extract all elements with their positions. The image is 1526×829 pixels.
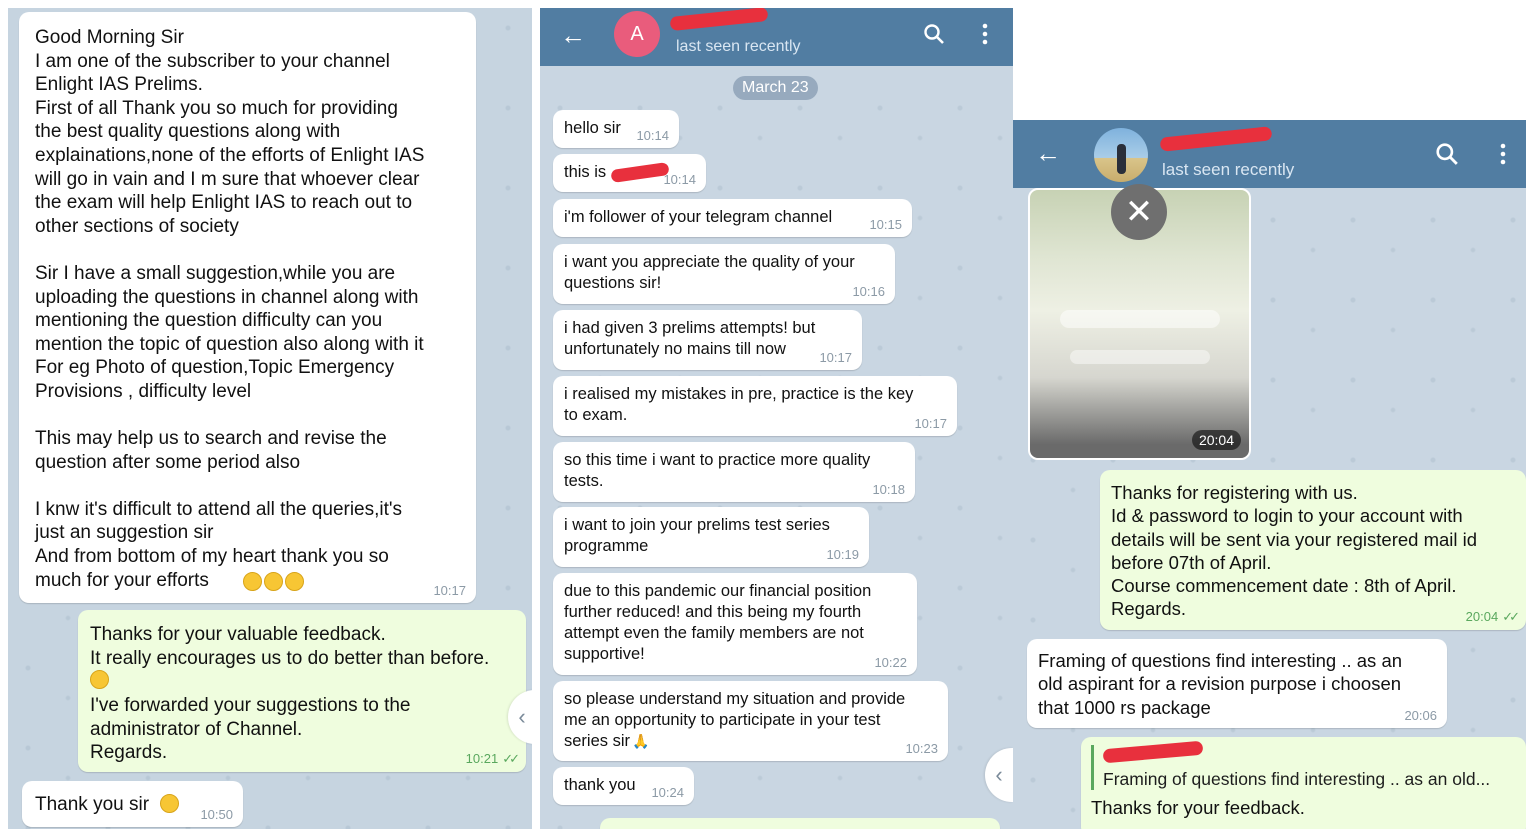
message-bubble-incoming[interactable]: so please understand my situation and pr… [553,681,948,761]
redacted-name [1159,126,1273,152]
message-time: 10:21 [465,751,499,766]
reply-quote-text: Framing of questions find interesting ..… [1103,769,1491,789]
close-icon[interactable]: ✕ [1111,184,1167,240]
message-bubble-incoming[interactable]: Thank you sir 10:50 [22,781,243,827]
more-vert-icon[interactable] [1499,142,1507,166]
chevron-left-icon: ‹ [518,704,526,729]
message-bubble-outgoing[interactable]: Thanks for registering with us. Id & pas… [1100,470,1526,630]
message-bubble-incoming[interactable]: hello sir 10:14 [553,110,679,148]
message-text: i want to join your prelims test series … [564,516,830,555]
message-time: 10:15 [869,217,902,232]
message-bubble-incoming[interactable]: i want to join your prelims test series … [553,507,869,567]
message-text: i want you appreciate the quality of you… [564,253,855,292]
message-meta: 10:21 ✓✓ [465,751,520,767]
message-time: 10:17 [433,583,466,598]
chat-panel-right: ← last seen recently 20:04 ✕ Thanks for … [1013,120,1526,829]
message-text: hello sir [564,119,621,137]
chat-header: ← last seen recently [1013,120,1526,188]
search-icon[interactable] [923,23,945,45]
chat-panel-left: Good Morning Sir I am one of the subscri… [8,8,532,829]
message-bubble-outgoing[interactable]: Framing of questions find interesting ..… [1081,737,1526,829]
message-bubble-incoming[interactable]: i had given 3 prelims attempts! but unfo… [553,310,862,370]
message-bubble-incoming[interactable]: i want you appreciate the quality of you… [553,244,895,304]
more-vert-icon[interactable] [981,23,989,45]
message-time: 10:19 [826,547,859,562]
back-arrow-icon[interactable]: ← [1035,138,1061,169]
message-time: 10:17 [819,350,852,365]
message-time: 10:22 [874,655,907,670]
folded-hands-emoji-icon: 🙏 [632,733,650,749]
message-bubble-outgoing-partial[interactable] [600,818,1000,829]
photo-blur-detail [1070,350,1210,364]
message-text: due to this pandemic our financial posit… [564,582,872,663]
message-text: i realised my mistakes in pre, practice … [564,385,914,424]
message-text: Thanks for your feedback. [1091,797,1305,818]
contact-status: last seen recently [1162,160,1295,179]
message-time: 10:23 [905,741,938,756]
message-text: Thanks for your valuable feedback. It re… [90,624,490,669]
message-bubble-incoming[interactable]: this is 10:14 [553,154,706,192]
avatar-figure [1117,144,1126,174]
read-checkmarks-icon: ✓✓ [1502,609,1520,624]
reply-preview[interactable]: Framing of questions find interesting ..… [1091,740,1516,790]
message-bubble-incoming[interactable]: i'm follower of your telegram channel 10… [553,199,912,237]
smile-emoji-icon [90,670,514,694]
read-checkmarks-icon: ✓✓ [502,751,520,766]
message-bubble-outgoing[interactable]: Thanks for your valuable feedback. It re… [78,610,526,772]
message-text: Thanks for registering with us. Id & pas… [1111,482,1478,620]
grinning-emoji-icons [243,572,306,593]
message-bubble-incoming[interactable]: Good Morning Sir I am one of the subscri… [19,12,476,603]
avatar[interactable]: A [614,11,660,57]
reply-author-redacted [1102,740,1204,764]
photo-blur-detail [1060,310,1220,328]
message-bubble-incoming[interactable]: i realised my mistakes in pre, practice … [553,376,957,436]
message-time: 10:17 [914,416,947,431]
message-time: 20:06 [1404,708,1437,723]
message-text: so this time i want to practice more qua… [564,451,871,490]
message-text: so please understand my situation and pr… [564,690,906,750]
redacted-name [669,8,769,32]
message-text: this is [564,163,607,181]
message-text: Framing of questions find interesting ..… [1038,650,1403,718]
message-time: 20:04 [1465,609,1499,624]
chevron-left-icon: ‹ [995,762,1003,787]
search-icon[interactable] [1435,142,1459,166]
message-text: i had given 3 prelims attempts! but unfo… [564,319,816,358]
chat-panel-middle: ← A last seen recently March 23 hello si… [540,8,1013,829]
message-meta: 20:04 ✓✓ [1465,609,1520,625]
message-bubble-incoming[interactable]: Framing of questions find interesting ..… [1027,639,1447,728]
contact-status: last seen recently [676,38,801,55]
message-bubble-incoming[interactable]: due to this pandemic our financial posit… [553,573,917,675]
date-chip: March 23 [733,76,818,100]
message-text: thank you [564,776,636,794]
message-bubble-incoming[interactable]: thank you 10:24 [553,767,694,805]
avatar-letter: A [630,22,644,45]
message-time: 10:16 [852,284,885,299]
redacted-name [610,162,670,184]
message-time: 10:18 [872,482,905,497]
message-time: 10:14 [636,128,669,143]
message-bubble-incoming[interactable]: so this time i want to practice more qua… [553,442,915,502]
message-text: i'm follower of your telegram channel [564,208,833,226]
message-text: Good Morning Sir I am one of the subscri… [35,27,425,591]
back-arrow-icon[interactable]: ← [560,20,586,51]
avatar[interactable] [1094,128,1148,182]
message-text: Thank you sir [35,794,150,815]
chat-header: ← A last seen recently [540,8,1013,66]
photo-time: 20:04 [1191,430,1241,450]
message-time: 10:50 [200,807,233,822]
message-text: I've forwarded your suggestions to the a… [90,695,411,764]
smile-emoji-icon [159,794,179,813]
message-time: 10:14 [663,172,696,187]
message-time: 10:24 [651,785,684,800]
